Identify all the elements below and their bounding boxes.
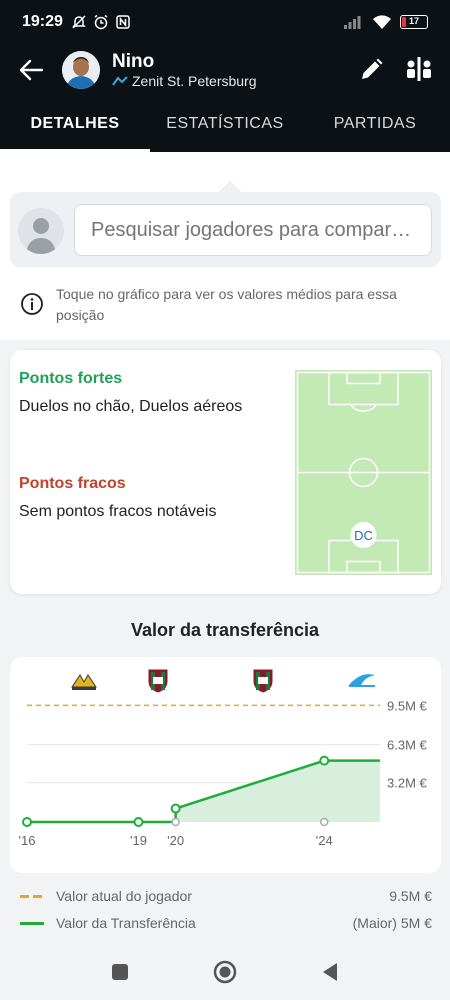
compare-section: Toque no gráfico para ver os valores méd… <box>0 152 450 340</box>
back-nav-button[interactable] <box>321 962 339 982</box>
weaknesses-title: Pontos fracos <box>19 475 126 492</box>
mute-icon <box>72 15 86 29</box>
nfc-icon <box>116 15 130 29</box>
legend-current-label: Valor atual do jogador <box>56 888 192 904</box>
legend-transfer-value: (Maior) 5M € <box>352 915 432 931</box>
edit-icon[interactable] <box>358 57 384 83</box>
player-avatar <box>62 51 100 89</box>
weaknesses-text: Sem pontos fracos notáveis <box>19 503 217 520</box>
battery-level: 17 <box>408 16 419 26</box>
tab-detalhes[interactable]: DETALHES <box>0 98 150 152</box>
club-logo-icon <box>112 76 128 86</box>
status-time: 19:29 <box>22 13 63 30</box>
y-tick-label: 6.3M € <box>387 738 428 753</box>
transfer-chart[interactable]: 9.5M € 6.3M € 3.2M € '16 '19 '20 '24 <box>10 657 441 873</box>
player-name: Nino <box>112 51 155 72</box>
tab-bar: DETALHES ESTATÍSTICAS PARTIDAS <box>0 98 450 152</box>
home-button[interactable] <box>213 960 237 984</box>
alarm-icon <box>94 14 108 30</box>
y-tick-label: 9.5M € <box>387 698 428 713</box>
app-header: 19:29 17 Nino Zenit St. Petersburg DETAL… <box>0 0 450 152</box>
club-logo-oeste-icon <box>71 674 97 690</box>
x-tick-label: '16 <box>19 833 36 848</box>
app-bar: Nino Zenit St. Petersburg <box>0 44 450 96</box>
strengths-card[interactable]: Pontos fortes Duelos no chão, Duelos aér… <box>10 350 441 594</box>
legend-current-value: 9.5M € <box>389 888 432 904</box>
signal-icon <box>344 16 361 29</box>
transfer-point <box>22 817 32 827</box>
legend-current: Valor atual do jogador 9.5M € <box>20 888 432 904</box>
position-marker: DC <box>350 522 377 548</box>
club-logo-zenit-icon <box>349 674 375 687</box>
back-button[interactable] <box>0 44 62 96</box>
x-tick-label: '20 <box>167 833 184 848</box>
x-tick-label: '19 <box>130 833 147 848</box>
transfer-title: Valor da transferência <box>130 620 320 640</box>
transfer-chart-card[interactable]: 9.5M € 6.3M € 3.2M € '16 '19 '20 '24 <box>10 657 441 873</box>
legend-transfer-label: Valor da Transferência <box>56 915 196 931</box>
player-club: Zenit St. Petersburg <box>132 73 257 89</box>
pitch-diagram: DC <box>295 370 432 575</box>
transfer-point <box>319 755 330 766</box>
club-logo-fluminense-icon <box>147 668 169 694</box>
arrow-left-icon <box>19 59 44 81</box>
strengths-text: Duelos no chão, Duelos aéreos <box>19 398 243 415</box>
recent-apps-button[interactable] <box>111 963 129 981</box>
transfer-point <box>170 803 181 814</box>
compare-box <box>10 180 441 267</box>
club-logo-fluminense-icon <box>252 668 274 694</box>
legend-transfer: Valor da Transferência (Maior) 5M € <box>20 915 432 931</box>
axis-point <box>171 817 180 827</box>
status-bar: 19:29 17 <box>0 0 450 44</box>
wifi-icon <box>373 15 391 29</box>
placeholder-avatar-icon <box>18 208 64 254</box>
transfer-area <box>175 760 380 822</box>
strengths-title: Pontos fortes <box>19 370 123 387</box>
info-icon <box>21 293 43 315</box>
compare-icon[interactable] <box>406 57 432 81</box>
y-tick-label: 3.2M € <box>387 776 428 791</box>
axis-point <box>320 817 329 827</box>
battery-icon: 17 <box>400 15 428 29</box>
info-text: Toque no gráfico para ver os valores méd… <box>56 286 397 323</box>
x-tick-label: '24 <box>316 833 333 848</box>
tab-estatisticas[interactable]: ESTATÍSTICAS <box>150 98 300 152</box>
transfer-point <box>133 817 144 827</box>
tab-partidas[interactable]: PARTIDAS <box>300 98 450 152</box>
system-nav-bar <box>0 944 450 1000</box>
player-search-input[interactable] <box>74 204 432 256</box>
position-label: DC <box>354 528 373 543</box>
info-row: Toque no gráfico para ver os valores méd… <box>20 284 430 326</box>
